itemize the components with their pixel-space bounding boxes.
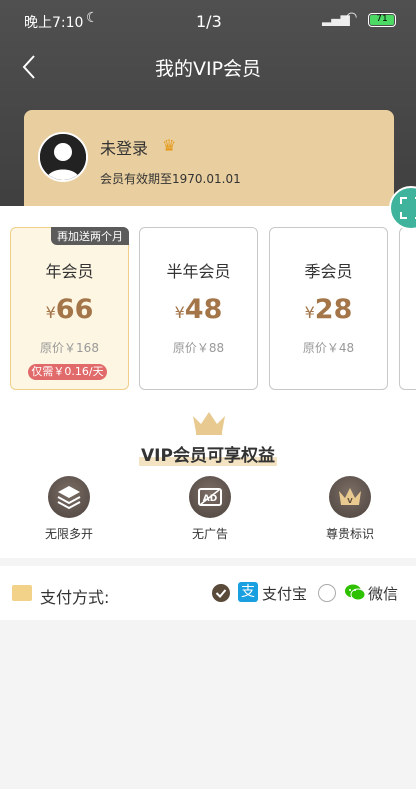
check-icon — [215, 589, 227, 598]
benefit-label: 无限多开 — [44, 527, 93, 541]
daily-price-badge: 仅需￥0.16/天 — [28, 364, 107, 380]
page-title: 我的VIP会员 — [154, 58, 262, 80]
price-value: 66 — [55, 294, 94, 325]
alipay-label[interactable]: 支付宝 — [262, 583, 307, 604]
page-indicator: 1/3 — [196, 12, 222, 31]
moon-icon: ☾ — [86, 10, 99, 26]
battery-icon: 71 — [368, 13, 396, 27]
original-price: 原价￥88 — [172, 341, 225, 355]
alipay-radio[interactable] — [212, 584, 230, 602]
floating-scan-button[interactable] — [389, 186, 416, 230]
plan-name: 半年会员 — [166, 262, 231, 281]
vip-user-card: 未登录 ♛ 会员有效期至1970.01.01 — [24, 110, 394, 208]
payment-section: 支付方式: 支 支付宝 微信 — [0, 566, 416, 620]
avatar[interactable] — [38, 132, 88, 182]
benefit-badge: V 尊贵标识 — [305, 476, 395, 542]
price-value: 28 — [314, 294, 353, 325]
membership-expiry: 会员有效期至1970.01.01 — [100, 172, 241, 186]
alipay-icon[interactable]: 支 — [238, 582, 258, 602]
payment-label: 支付方式: — [40, 588, 110, 607]
wifi-icon: ◠ — [346, 10, 358, 25]
benefit-label: 尊贵标识 — [325, 527, 374, 541]
scan-icon — [400, 197, 416, 219]
wallet-icon — [12, 585, 32, 601]
header: 晚上7:10 ☾ 1/3 ▂▄▆ ◠ 71 我的VIP会员 未登录 ♛ 会员有效… — [0, 0, 416, 210]
crown-icon: V — [329, 476, 371, 518]
original-price: 原价￥48 — [302, 341, 355, 355]
plan-price: ¥48 — [140, 294, 257, 325]
plan-card-annual[interactable]: 再加送两个月 年会员 ¥66 原价￥168 仅需￥0.16/天 — [10, 227, 129, 390]
layers-icon — [48, 476, 90, 518]
benefits-title: VIP会员可享权益 — [0, 441, 416, 466]
svg-text:AD: AD — [203, 494, 217, 504]
no-ad-icon: AD — [189, 476, 231, 518]
plan-card-partial[interactable] — [399, 227, 416, 390]
status-bar: 晚上7:10 ☾ 1/3 ▂▄▆ ◠ 71 — [0, 0, 416, 44]
status-time: 晚上7:10 — [24, 15, 84, 31]
plan-name: 年会员 — [45, 262, 94, 281]
currency-symbol: ¥ — [45, 303, 56, 322]
vip-crown-icon: ♛ — [162, 136, 177, 155]
original-price: 原价￥168 — [40, 341, 99, 355]
wechat-icon[interactable] — [344, 583, 366, 602]
benefit-label: 无广告 — [191, 527, 228, 541]
user-icon — [40, 134, 86, 180]
crown-icon — [193, 412, 225, 435]
plan-price: ¥66 — [11, 294, 128, 325]
battery-level: 71 — [370, 15, 394, 25]
bonus-ribbon: 再加送两个月 — [51, 227, 129, 245]
benefits-title-text: VIP会员可享权益 — [139, 446, 277, 466]
plan-card-quarterly[interactable]: 季会员 ¥28 原价￥48 — [269, 227, 388, 390]
price-value: 48 — [184, 294, 223, 325]
plan-name: 季会员 — [304, 262, 353, 281]
plan-card-half-year[interactable]: 半年会员 ¥48 原价￥88 — [139, 227, 258, 390]
benefit-no-ads: AD 无广告 — [165, 476, 255, 542]
svg-text:V: V — [347, 497, 353, 505]
wechat-radio[interactable] — [318, 584, 336, 602]
user-name[interactable]: 未登录 — [100, 135, 148, 159]
currency-symbol: ¥ — [174, 303, 185, 322]
benefit-unlimited: 无限多开 — [24, 476, 114, 542]
wechat-label[interactable]: 微信 — [368, 583, 398, 604]
plan-price: ¥28 — [270, 294, 387, 325]
currency-symbol: ¥ — [304, 303, 315, 322]
